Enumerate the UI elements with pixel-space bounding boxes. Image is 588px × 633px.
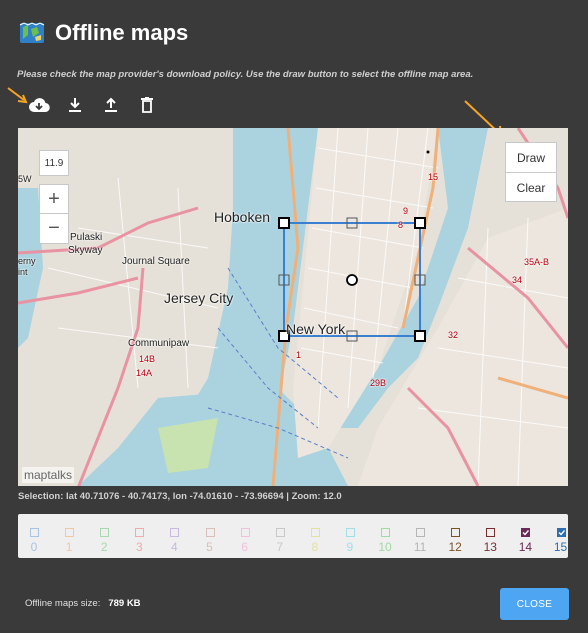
- zoom-level-checkbox[interactable]: [486, 528, 496, 537]
- download-button[interactable]: [64, 94, 86, 116]
- map-view[interactable]: Hoboken Jersey City New York Journal Squ…: [18, 128, 568, 486]
- zoom-level-checkbox[interactable]: [451, 528, 461, 537]
- zoom-level-11[interactable]: 11: [404, 514, 440, 558]
- map-label-new-york: New York: [286, 321, 346, 337]
- map-label-8: 8: [398, 220, 404, 230]
- zoom-level-checkbox[interactable]: [381, 528, 390, 537]
- zoom-level-label: 2: [100, 540, 108, 554]
- map-label-35ab: 35A-B: [524, 257, 550, 267]
- zoom-level-label: 9: [346, 540, 354, 554]
- zoom-level-label: 0: [30, 540, 38, 554]
- instructions-text: Please check the map provider's download…: [17, 69, 474, 80]
- draw-button[interactable]: Draw: [506, 143, 556, 172]
- zoom-control: + −: [39, 184, 69, 244]
- map-label-hoboken: Hoboken: [214, 209, 271, 225]
- offline-size-label: Offline maps size:: [25, 598, 101, 609]
- zoom-level-checkbox[interactable]: [65, 528, 75, 537]
- zoom-level-10[interactable]: 10: [369, 514, 405, 558]
- zoom-level-0[interactable]: 0: [18, 514, 54, 558]
- zoom-level-2[interactable]: 2: [88, 514, 124, 558]
- draw-panel: Draw Clear: [505, 142, 557, 202]
- zoom-level-1[interactable]: 1: [53, 514, 89, 558]
- map-label-15: 15: [428, 172, 439, 182]
- map-label-1: 1: [296, 350, 302, 360]
- zoom-level-label: 3: [135, 540, 143, 554]
- map-label-14a: 14A: [136, 368, 153, 378]
- offline-size-value: 789 KB: [108, 598, 141, 609]
- zoom-level-label: 13: [483, 540, 497, 554]
- map-icon: [19, 22, 45, 43]
- map-label-32: 32: [448, 330, 459, 340]
- zoom-level-label: 5: [206, 540, 213, 554]
- map-label-14b: 14B: [139, 354, 156, 364]
- zoom-level-label: 14: [518, 540, 533, 554]
- map-label-skyway: Skyway: [68, 245, 103, 256]
- zoom-level-4[interactable]: 4: [158, 514, 194, 558]
- delete-button[interactable]: [136, 94, 158, 116]
- zoom-level-checkbox[interactable]: [416, 528, 426, 537]
- map-label-29b: 29B: [370, 378, 387, 388]
- zoom-level-checkbox[interactable]: [240, 528, 250, 537]
- map-label-journal-square: Journal Square: [122, 256, 190, 267]
- clear-button[interactable]: Clear: [506, 172, 556, 202]
- cloud-download-button[interactable]: [28, 94, 50, 116]
- map-label-communipaw: Communipaw: [128, 338, 190, 349]
- zoom-level-checkbox[interactable]: [345, 528, 355, 537]
- zoom-level-13[interactable]: 13: [474, 514, 510, 558]
- dialog-title: Offline maps: [55, 20, 189, 45]
- zoom-level-label: 4: [171, 540, 178, 554]
- zoom-level-label: 12: [448, 540, 462, 554]
- zoom-level-8[interactable]: 8: [299, 514, 335, 558]
- zoom-level-label: 15: [553, 540, 568, 554]
- map-label-5w: 5W: [18, 174, 32, 184]
- zoom-level-label: 1: [65, 540, 73, 554]
- map-tiles: [18, 128, 568, 486]
- zoom-level-checkbox[interactable]: [205, 528, 215, 537]
- toolbar: [28, 94, 158, 116]
- upload-button[interactable]: [100, 94, 122, 116]
- zoom-level-checkbox[interactable]: [556, 528, 566, 537]
- zoom-level-9[interactable]: 9: [334, 514, 370, 558]
- dialog-header: Offline maps: [19, 18, 188, 48]
- map-label-9: 9: [403, 206, 409, 216]
- zoom-level-checkbox[interactable]: [275, 528, 285, 537]
- zoom-level-label: 11: [413, 540, 427, 554]
- zoom-level-checkbox[interactable]: [170, 528, 180, 537]
- zoom-level-3[interactable]: 3: [123, 514, 159, 558]
- zoom-level-label: 10: [378, 540, 392, 554]
- map-label-34: 34: [512, 275, 523, 285]
- zoom-level-checkbox[interactable]: [135, 528, 145, 537]
- trash-icon: [141, 97, 153, 113]
- download-icon: [69, 98, 81, 112]
- zoom-level-checkbox[interactable]: [521, 528, 531, 537]
- offline-size-info: Offline maps size: 789 KB: [25, 598, 141, 609]
- map-attribution: maptalks: [22, 467, 75, 483]
- zoom-level-checkbox[interactable]: [310, 528, 320, 537]
- map-label-jersey-city: Jersey City: [164, 290, 234, 306]
- close-button[interactable]: CLOSE: [500, 588, 569, 620]
- zoom-level-checkbox[interactable]: [30, 528, 39, 537]
- zoom-level-checkbox[interactable]: [100, 528, 110, 537]
- zoom-level-label: 8: [311, 540, 319, 554]
- zoom-level-12[interactable]: 12: [439, 514, 475, 558]
- zoom-level-15[interactable]: 15: [545, 514, 581, 558]
- map-label-int: int: [18, 267, 28, 277]
- map-label-erny: erny: [18, 256, 36, 266]
- annotation-arrow: [7, 87, 28, 104]
- zoom-level-label: 6: [241, 540, 248, 554]
- zoom-level-display: 11.9: [39, 150, 69, 176]
- zoom-in-button[interactable]: +: [40, 185, 68, 213]
- map-label-pulaski: Pulaski: [70, 232, 103, 243]
- zoom-out-button[interactable]: −: [40, 213, 68, 242]
- zoom-level-5[interactable]: 5: [194, 514, 230, 558]
- zoom-level-selector: 0 1 2 3 4 5 6 7 8 9 10 11 12 13 14 15: [18, 514, 568, 558]
- zoom-level-label: 7: [276, 540, 284, 554]
- upload-icon: [105, 97, 117, 112]
- zoom-level-14[interactable]: 14: [509, 514, 545, 558]
- cloud-download-icon: [29, 98, 50, 113]
- selection-info: Selection: lat 40.71076 - 40.74173, lon …: [18, 491, 342, 502]
- zoom-level-7[interactable]: 7: [264, 514, 300, 558]
- zoom-level-6[interactable]: 6: [229, 514, 265, 558]
